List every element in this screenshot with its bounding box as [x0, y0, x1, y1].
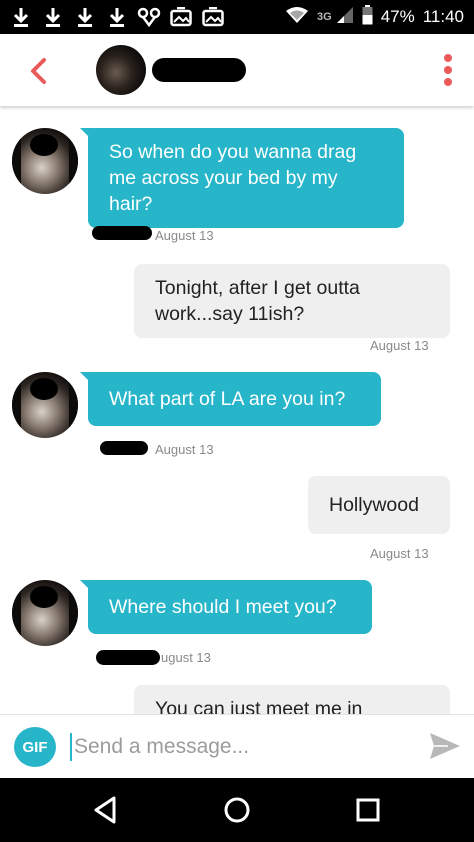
incoming-message[interactable]: So when do you wanna drag me across your… [80, 128, 404, 228]
message-timestamp: August 13 [370, 546, 429, 561]
chat-header [0, 34, 474, 106]
triangle-back-icon [94, 796, 116, 824]
sender-avatar[interactable] [12, 580, 78, 646]
send-button[interactable] [428, 731, 462, 761]
circle-home-icon [224, 797, 250, 823]
incoming-message[interactable]: What part of LA are you in? [80, 372, 381, 426]
sender-avatar[interactable] [12, 128, 78, 194]
message-input[interactable] [70, 727, 410, 767]
download-icon [8, 4, 34, 30]
match-avatar[interactable] [96, 45, 146, 95]
message-timestamp: August 13 [155, 442, 214, 457]
download-icon [104, 4, 130, 30]
download-icon [72, 4, 98, 30]
network-type: 3G [317, 11, 332, 23]
back-button[interactable] [24, 54, 54, 88]
redacted-sender-name [100, 441, 148, 455]
voicemail-icon [136, 4, 162, 30]
redacted-sender-name [92, 226, 152, 240]
send-icon [430, 733, 460, 759]
download-icon [40, 4, 66, 30]
gif-button[interactable]: GIF [14, 727, 56, 767]
chevron-left-icon [31, 58, 46, 84]
message-timestamp: August 13 [370, 338, 429, 353]
message-composer: GIF [0, 714, 474, 778]
outgoing-message[interactable]: Hollywood [308, 476, 450, 534]
nav-home-button[interactable] [219, 792, 255, 828]
signal-icon [336, 6, 354, 29]
notification-icons [8, 4, 226, 30]
photo-icon [168, 4, 194, 30]
more-options-button[interactable] [440, 52, 456, 88]
battery-icon [362, 4, 373, 30]
redacted-match-name[interactable] [152, 58, 246, 82]
photo-icon [200, 4, 226, 30]
message-timestamp: ugust 13 [161, 650, 211, 665]
redacted-sender-name [96, 650, 160, 665]
square-recents-icon [356, 798, 380, 822]
system-status: 3G 47% 11:40 [285, 0, 464, 34]
incoming-message[interactable]: Where should I meet you? [80, 580, 372, 634]
outgoing-message[interactable]: Tonight, after I get outta work...say 11… [134, 264, 450, 338]
outgoing-message[interactable]: You can just meet me in [134, 685, 450, 714]
message-timestamp: August 13 [155, 228, 214, 243]
battery-percent: 47% [380, 7, 415, 26]
wifi-icon [285, 6, 309, 29]
sender-avatar[interactable] [12, 372, 78, 438]
system-navigation-bar [0, 778, 474, 842]
nav-back-button[interactable] [88, 792, 124, 828]
clock: 11:40 [422, 7, 464, 26]
status-bar: 3G 47% 11:40 [0, 0, 474, 34]
nav-recents-button[interactable] [350, 792, 386, 828]
message-list[interactable]: So when do you wanna drag me across your… [0, 106, 474, 714]
more-vertical-icon [444, 54, 452, 62]
